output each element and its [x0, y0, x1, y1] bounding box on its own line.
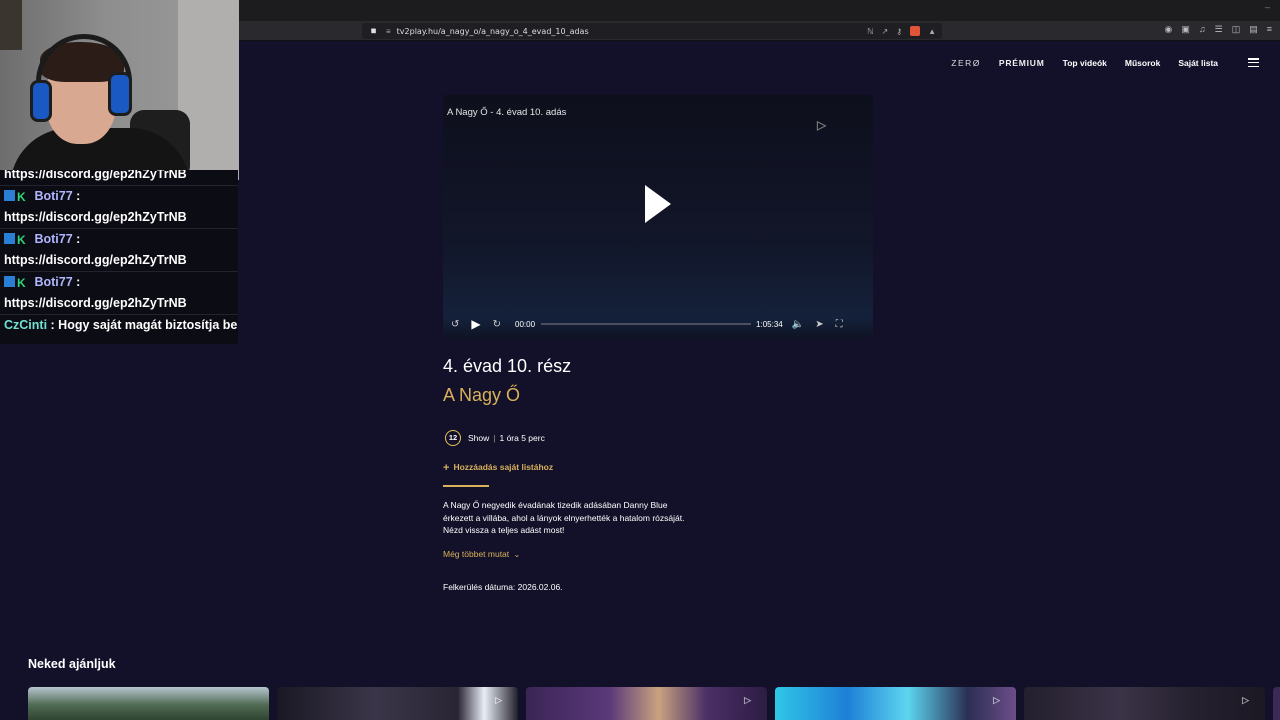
description-line: Nézd vissza a teljes adást most! [443, 525, 565, 535]
prime-badge-icon [4, 233, 15, 244]
forward-icon[interactable]: ↻ [493, 319, 501, 330]
recommendation-card[interactable] [1273, 687, 1280, 720]
section-divider [443, 485, 489, 487]
prime-badge-icon [4, 276, 15, 287]
show-more-button[interactable]: Még többet mutat ⌄ [443, 549, 520, 559]
add-to-list-button[interactable]: + Hozzáadás saját listához [443, 462, 553, 474]
chat-username[interactable]: Boti77 [34, 275, 72, 289]
nav-my-list[interactable]: Saját lista [1178, 58, 1218, 68]
duration: 1:05:34 [756, 319, 783, 329]
recommendation-card[interactable]: ▷ [277, 687, 518, 720]
seek-bar[interactable] [541, 323, 752, 325]
chat-username[interactable]: CzCinti [4, 318, 47, 332]
k-badge-icon: K [17, 276, 26, 290]
plus-icon: + [443, 462, 450, 474]
rewards-icon[interactable]: ▲ [928, 27, 936, 36]
share-icon[interactable]: ↗ [882, 27, 889, 36]
shield-icon[interactable] [910, 26, 921, 36]
extensions-bar: ◉ ▣ ♫ ☰ ◫ ▤ ≡ [1165, 24, 1273, 35]
tv2-logo-icon: ▷ [817, 118, 827, 132]
chat-message-header: K Boti77 : [0, 272, 238, 293]
extension-icon[interactable]: ◉ [1165, 24, 1173, 35]
volume-icon[interactable]: 🔈 [792, 319, 804, 330]
chat-username[interactable]: Boti77 [34, 232, 72, 246]
recommendation-card[interactable]: ▷ [526, 687, 767, 720]
chat-message-text[interactable]: https://discord.gg/ep2hZyTrNB [0, 250, 238, 271]
rewind-icon[interactable]: ↺ [451, 319, 459, 330]
description-line: A Nagy Ő negyedik évadának tizedik adásá… [443, 500, 668, 510]
reader-mode-icon[interactable]: ℕ [867, 27, 873, 36]
webcam-overlay [0, 0, 239, 180]
minimize-icon[interactable]: – [1265, 2, 1270, 12]
episode-title: 4. évad 10. rész [443, 356, 572, 376]
recommendation-card[interactable] [28, 687, 269, 720]
episode-description: A Nagy Ő negyedik évadának tizedik adásá… [443, 499, 713, 537]
episode-meta: Show | 1 óra 5 perc [468, 433, 545, 443]
headset-left-icon [30, 80, 52, 122]
recommendations-title: Neked ajánljuk [28, 657, 116, 671]
nav-shows[interactable]: Műsorok [1125, 58, 1160, 68]
recommendation-card[interactable]: ▷ [775, 687, 1016, 720]
k-badge-icon: K [17, 190, 26, 204]
tv2-logo-icon: ▷ [744, 695, 751, 705]
site-settings-icon[interactable]: ≡ [386, 27, 391, 36]
sidebar-icon[interactable]: ◫ [1232, 24, 1241, 35]
chat-colon: : [72, 275, 81, 289]
chat-message-header: K Boti77 : [0, 229, 238, 250]
chat-username[interactable]: Boti77 [34, 189, 72, 203]
nav-zero[interactable]: ZERØ [951, 58, 981, 68]
chat-overlay: https://discord.gg/ep2hZyTrNB K Boti77 :… [0, 170, 238, 344]
menu-icon[interactable]: ≡ [1267, 24, 1272, 35]
key-icon[interactable]: ⚷ [896, 27, 902, 36]
player-title: A Nagy Ő - 4. évad 10. adás [447, 107, 567, 118]
prime-badge-icon [4, 190, 15, 201]
nav-premium[interactable]: PRÉMIUM [999, 58, 1045, 68]
fullscreen-icon[interactable]: ⛶ [836, 319, 843, 330]
site-nav: ZERØ PRÉMIUM Top videók Műsorok Saját li… [933, 58, 1218, 68]
meta-separator: | [493, 433, 496, 443]
chat-message-header: K Boti77 : [0, 186, 238, 207]
tv2-logo-icon: ▷ [1242, 695, 1249, 705]
show-title[interactable]: A Nagy Ő [443, 385, 520, 406]
video-player[interactable]: A Nagy Ő - 4. évad 10. adás ▷ ↺ ▶ ↻ 00:0… [443, 95, 873, 338]
webcam-picture-frame [0, 0, 22, 50]
chat-colon: : [72, 189, 81, 203]
k-badge-icon: K [17, 233, 26, 247]
big-play-icon[interactable] [645, 185, 671, 223]
genre-label: Show [468, 433, 490, 443]
music-icon[interactable]: ♫ [1199, 24, 1206, 35]
show-more-label: Még többet mutat [443, 549, 510, 559]
list-icon[interactable]: ☰ [1215, 24, 1223, 35]
wallet-icon[interactable]: ▣ [1181, 24, 1190, 35]
current-time: 00:00 [515, 319, 536, 329]
tv2-logo-icon: ▷ [993, 695, 1000, 705]
chat-message: CzCinti : Hogy saját magát biztosítja be [0, 315, 238, 336]
recommendations-row: ▷ ▷ ▷ ▷ [28, 687, 1280, 720]
chat-message-partial: https://discord.gg/ep2hZyTrNB [4, 170, 187, 181]
share-icon[interactable]: ➤ [815, 319, 823, 330]
nav-top-videos[interactable]: Top videók [1063, 58, 1107, 68]
reading-list-icon[interactable]: ▤ [1249, 24, 1258, 35]
chat-message-text[interactable]: https://discord.gg/ep2hZyTrNB [0, 207, 238, 228]
release-date: Felkerülés dátuma: 2026.02.06. [443, 582, 563, 592]
play-icon[interactable]: ▶ [471, 317, 480, 331]
tv2-logo-icon: ▷ [495, 695, 502, 705]
bookmark-icon[interactable]: ◽ [368, 26, 379, 37]
recommendation-card[interactable]: ▷ [1024, 687, 1265, 720]
add-to-list-label: Hozzáadás saját listához [453, 462, 554, 472]
description-line: érkezett a villába, ahol a lányok elnyer… [443, 512, 685, 523]
chat-message-text[interactable]: https://discord.gg/ep2hZyTrNB [0, 293, 238, 314]
chat-colon: : [72, 232, 81, 246]
player-controls: ↺ ▶ ↻ 00:00 1:05:34 🔈 ➤ ⛶ [443, 316, 873, 332]
chat-colon: : [47, 318, 59, 332]
age-rating-badge: 12 [445, 430, 461, 446]
address-bar[interactable]: ◽ ≡ tv2play.hu/a_nagy_o/a_nagy_o_4_evad_… [362, 23, 942, 39]
chat-message-text: Hogy saját magát biztosítja be [58, 318, 238, 332]
url-text[interactable]: tv2play.hu/a_nagy_o/a_nagy_o_4_evad_10_a… [397, 27, 859, 36]
headset-right-icon [108, 72, 132, 116]
hamburger-menu-icon[interactable] [1248, 58, 1259, 68]
length-label: 1 óra 5 perc [499, 433, 545, 443]
chevron-down-icon: ⌄ [513, 550, 521, 559]
